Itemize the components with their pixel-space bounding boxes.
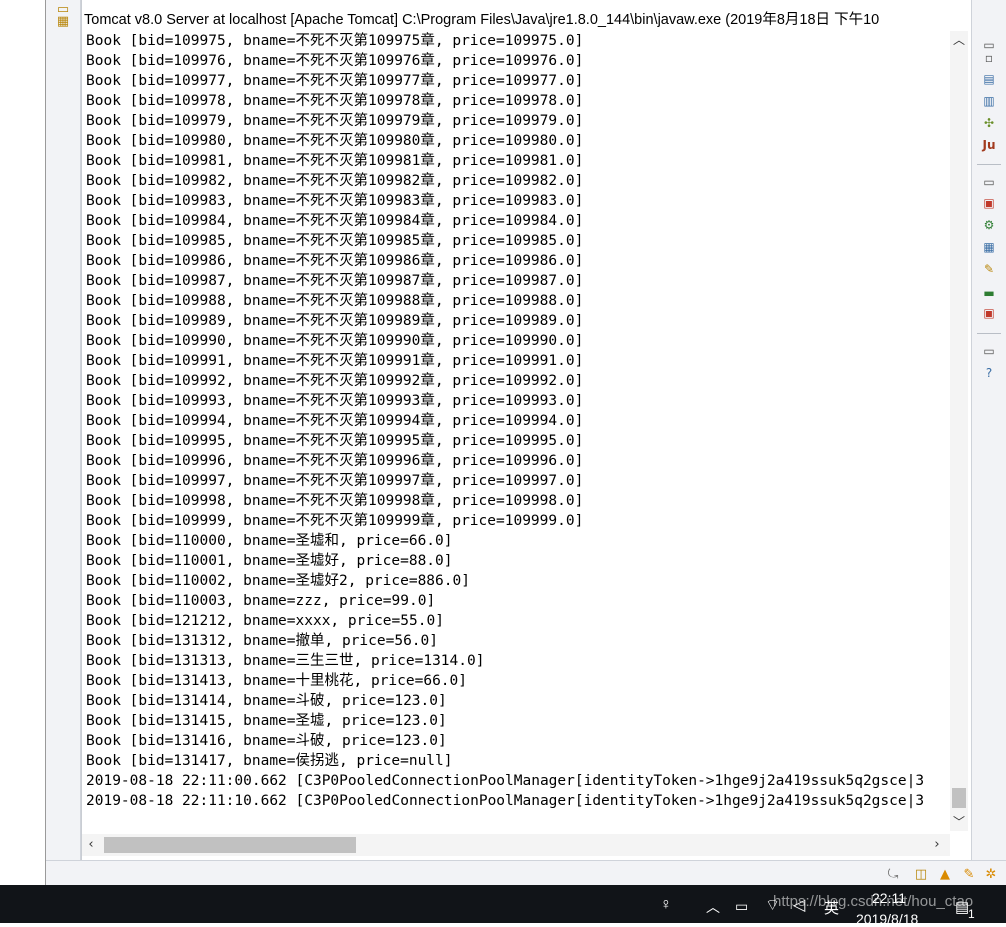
console-line: 2019-08-18 22:11:00.662 [C3P0PooledConne…	[86, 773, 925, 789]
servers-icon[interactable]: ⚙	[980, 216, 998, 234]
console-line: Book [bid=109995, bname=不死不灭第109995章, pr…	[86, 433, 584, 449]
gear-icon[interactable]: ✲	[982, 865, 1000, 883]
console-line: Book [bid=110003, bname=zzz, price=99.0]	[86, 593, 436, 609]
help-icon[interactable]: ?	[980, 364, 998, 382]
chevron-up-icon[interactable]: ︿	[706, 897, 720, 917]
console-line: Book [bid=109975, bname=不死不灭第109975章, pr…	[86, 33, 584, 49]
console-line: Book [bid=110001, bname=圣墟好, price=88.0]	[86, 553, 453, 569]
brush-icon[interactable]: ✎	[960, 865, 978, 883]
junit-icon[interactable]: Ju	[980, 136, 998, 154]
cap-icon[interactable]: ▲	[936, 865, 954, 883]
console-line: Book [bid=109978, bname=不死不灭第109978章, pr…	[86, 93, 584, 109]
hierarchy-icon[interactable]: ✣	[980, 114, 998, 132]
console-line: Book [bid=110000, bname=圣墟和, price=66.0]	[86, 533, 453, 549]
horizontal-scrollbar[interactable]: ‹ ›	[82, 834, 950, 856]
restore-icon[interactable]: ▭	[980, 342, 998, 360]
console-title: Tomcat v8.0 Server at localhost [Apache …	[84, 12, 880, 28]
desktop-strip	[0, 0, 46, 885]
horizontal-scroll-thumb[interactable]	[104, 837, 356, 853]
console-line: Book [bid=131312, bname=撤单, price=56.0]	[86, 633, 439, 649]
data-source-icon[interactable]: ▬	[980, 284, 998, 302]
book-icon[interactable]: ◫	[912, 865, 930, 883]
console-line: Book [bid=109997, bname=不死不灭第109997章, pr…	[86, 473, 584, 489]
scroll-left-icon[interactable]: ‹	[82, 834, 100, 856]
console-line: Book [bid=109994, bname=不死不灭第109994章, pr…	[86, 413, 584, 429]
console-line: Book [bid=131417, bname=侯拐逃, price=null]	[86, 753, 453, 769]
console-line: Book [bid=109977, bname=不死不灭第109977章, pr…	[86, 73, 584, 89]
package-explorer-icon[interactable]: ▤	[980, 70, 998, 88]
console-line: Book [bid=109983, bname=不死不灭第109983章, pr…	[86, 193, 584, 209]
console-output[interactable]: Book [bid=109975, bname=不死不灭第109975章, pr…	[86, 31, 948, 826]
console-line: Book [bid=109976, bname=不死不灭第109976章, pr…	[86, 53, 584, 69]
vertical-scrollbar[interactable]: ︿ ﹀	[950, 31, 968, 831]
console-line: Book [bid=109999, bname=不死不灭第109999章, pr…	[86, 513, 584, 529]
restore-icon[interactable]: ▫	[980, 49, 998, 67]
console-line: Book [bid=131415, bname=圣墟, price=123.0]	[86, 713, 447, 729]
console-line: Book [bid=109981, bname=不死不灭第109981章, pr…	[86, 153, 584, 169]
scroll-up-icon[interactable]: ︿	[950, 31, 968, 49]
paste-icon[interactable]: ▦	[54, 12, 72, 30]
console-line: Book [bid=109989, bname=不死不灭第109989章, pr…	[86, 313, 584, 329]
snippets-icon[interactable]: ✎	[980, 260, 998, 278]
console-line: Book [bid=109992, bname=不死不灭第109992章, pr…	[86, 373, 584, 389]
battery-icon[interactable]: ▭	[735, 898, 748, 915]
restore-icon[interactable]: ▭	[980, 173, 998, 191]
console-line: Book [bid=109980, bname=不死不灭第109980章, pr…	[86, 133, 584, 149]
console-line: Book [bid=109991, bname=不死不灭第109991章, pr…	[86, 353, 584, 369]
markers-icon[interactable]: ▣	[980, 304, 998, 322]
console-line: Book [bid=131413, bname=十里桃花, price=66.0…	[86, 673, 467, 689]
console-line: Book [bid=109979, bname=不死不灭第109979章, pr…	[86, 113, 584, 129]
status-bar: ⤿ ◫ ▲ ✎ ✲	[46, 860, 1006, 886]
properties-icon[interactable]: ▦	[980, 238, 998, 256]
console-line: Book [bid=109984, bname=不死不灭第109984章, pr…	[86, 213, 584, 229]
sync-icon[interactable]: ⤿	[884, 865, 902, 883]
scroll-down-icon[interactable]: ﹀	[950, 813, 968, 831]
people-icon[interactable]: ♀	[660, 896, 672, 914]
console-view: Tomcat v8.0 Server at localhost [Apache …	[81, 0, 972, 860]
console-line: Book [bid=109990, bname=不死不灭第109990章, pr…	[86, 333, 584, 349]
console-line: Book [bid=109985, bname=不死不灭第109985章, pr…	[86, 233, 584, 249]
console-line: Book [bid=109993, bname=不死不灭第109993章, pr…	[86, 393, 584, 409]
console-line: Book [bid=109987, bname=不死不灭第109987章, pr…	[86, 273, 584, 289]
console-line: 2019-08-18 22:11:10.662 [C3P0PooledConne…	[86, 793, 925, 809]
console-line: Book [bid=109988, bname=不死不灭第109988章, pr…	[86, 293, 584, 309]
console-line: Book [bid=131313, bname=三生三世, price=1314…	[86, 653, 485, 669]
problems-icon[interactable]: ▣	[980, 194, 998, 212]
console-line: Book [bid=131416, bname=斗破, price=123.0]	[86, 733, 447, 749]
console-line: Book [bid=109986, bname=不死不灭第109986章, pr…	[86, 253, 584, 269]
watermark-text: https://blog.csdn.net/hou_ctao	[773, 893, 974, 910]
console-line: Book [bid=110002, bname=圣墟好2, price=886.…	[86, 573, 470, 589]
clock-date[interactable]: 2019/8/18	[856, 911, 918, 927]
console-line: Book [bid=109996, bname=不死不灭第109996章, pr…	[86, 453, 584, 469]
scroll-right-icon[interactable]: ›	[928, 834, 946, 856]
console-line: Book [bid=109982, bname=不死不灭第109982章, pr…	[86, 173, 584, 189]
console-line: Book [bid=121212, bname=xxxx, price=55.0…	[86, 613, 444, 629]
console-line: Book [bid=109998, bname=不死不灭第109998章, pr…	[86, 493, 584, 509]
console-line: Book [bid=131414, bname=斗破, price=123.0]	[86, 693, 447, 709]
left-view-toolbar: ▭ ▦	[46, 0, 81, 885]
outline-icon[interactable]: ▥	[980, 92, 998, 110]
vertical-scroll-thumb[interactable]	[952, 788, 966, 808]
right-view-toolbar: ▭ ▫ ▤ ▥ ✣ Ju ▭ ▣ ⚙ ▦ ✎ ▬ ▣ ▭ ?	[971, 0, 1006, 860]
